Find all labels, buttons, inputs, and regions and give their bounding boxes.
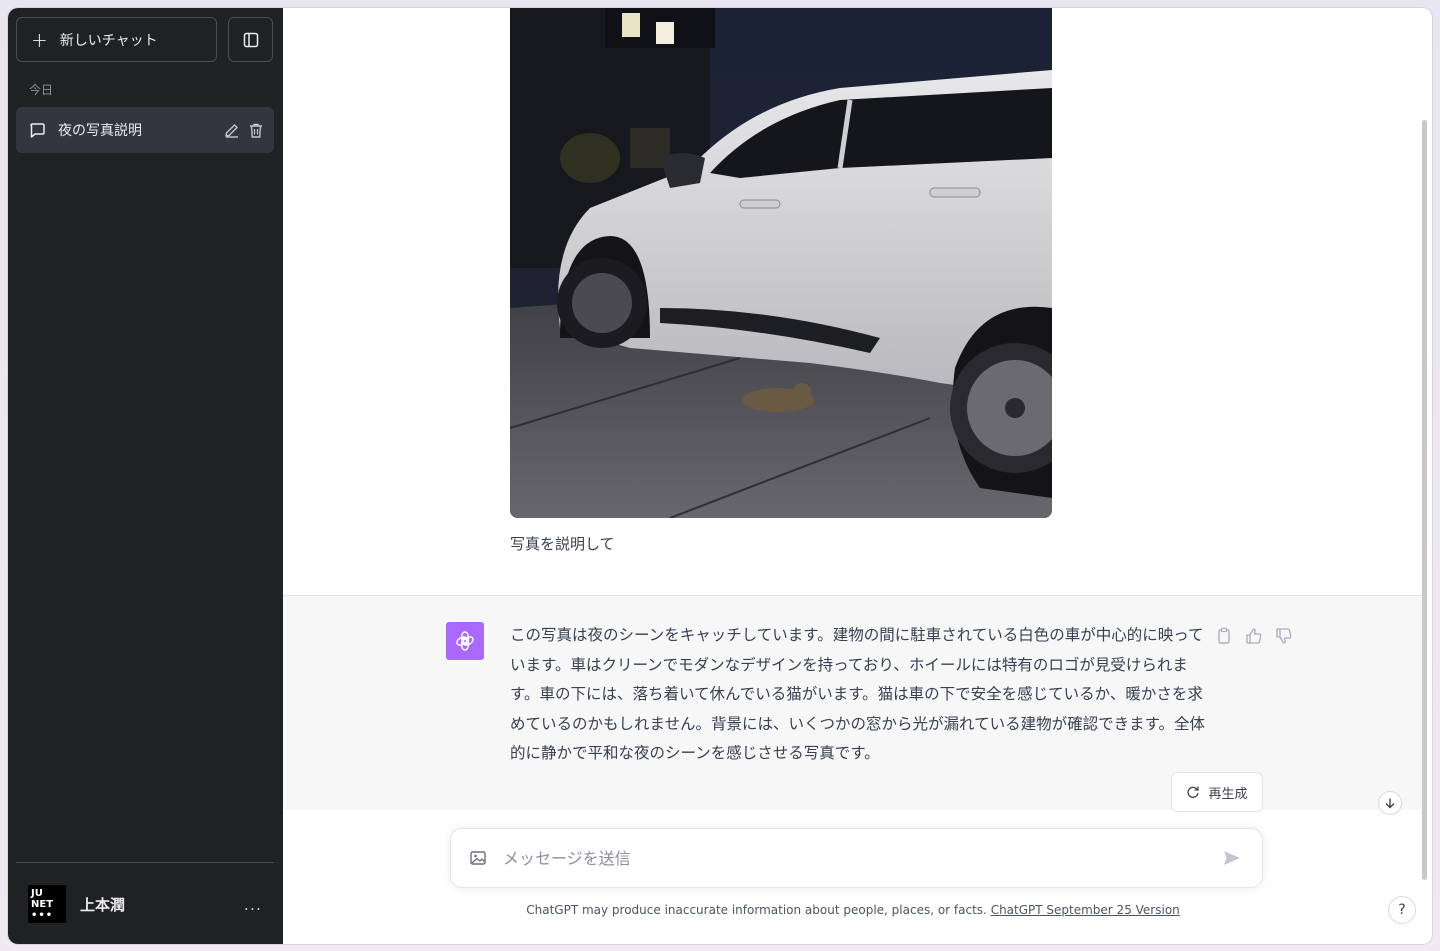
scrollbar[interactable] (1422, 120, 1427, 880)
refresh-icon (1187, 786, 1200, 798)
sidebar-toggle-button[interactable] (228, 17, 273, 62)
edit-icon[interactable] (223, 122, 240, 139)
version-link[interactable]: ChatGPT September 25 Version (991, 903, 1180, 917)
more-options-button[interactable]: ... (244, 895, 262, 914)
chat-item-title: 夜の写真説明 (58, 123, 142, 139)
thumbs-down-icon[interactable] (1275, 627, 1293, 645)
app-window: + 新しいチャット 今日 夜の写真説明 JU NET ••• 上本潤 ... 写… (8, 8, 1432, 944)
message-actions (1215, 627, 1293, 645)
avatar-line-1: JU (31, 887, 43, 899)
footer-disclaimer: ChatGPT may produce inaccurate informati… (283, 903, 1423, 917)
trash-icon[interactable] (248, 122, 264, 139)
message-composer (450, 828, 1263, 888)
sidebar: + 新しいチャット 今日 夜の写真説明 JU NET ••• 上本潤 ... (8, 8, 283, 944)
section-label-today: 今日 (29, 83, 54, 97)
assistant-avatar (446, 622, 484, 660)
uploaded-photo (510, 8, 1052, 518)
scroll-to-bottom-button[interactable] (1378, 791, 1402, 815)
copy-icon[interactable] (1215, 627, 1233, 645)
send-icon (1224, 851, 1240, 865)
main-content: 写真を説明して この写真は夜のシーンをキャッチしています。建物の間に駐車されてい… (283, 8, 1432, 944)
image-icon (470, 851, 486, 865)
message-input[interactable] (501, 847, 1222, 869)
thumbs-up-icon[interactable] (1245, 627, 1263, 645)
new-chat-button[interactable]: + 新しいチャット (16, 17, 217, 62)
regenerate-label: 再生成 (1208, 786, 1248, 802)
chat-bubble-icon (30, 122, 45, 138)
send-button[interactable] (1222, 848, 1242, 868)
user-menu[interactable]: JU NET ••• 上本潤 ... (16, 876, 274, 932)
regenerate-button[interactable]: 再生成 (1171, 772, 1263, 812)
chat-item[interactable]: 夜の写真説明 (16, 107, 274, 153)
avatar: JU NET ••• (28, 885, 66, 923)
openai-logo-icon (456, 631, 474, 651)
attach-image-button[interactable] (469, 849, 487, 867)
help-button[interactable]: ? (1388, 896, 1416, 924)
avatar-line-2: NET (31, 898, 54, 910)
user-message: 写真を説明して (510, 535, 615, 553)
disclaimer-text: ChatGPT may produce inaccurate informati… (526, 903, 991, 917)
user-name: 上本潤 (80, 895, 126, 914)
avatar-dots: ••• (31, 909, 54, 921)
assistant-message-text: この写真は夜のシーンをキャッチしています。建物の間に駐車されている白色の車が中心… (510, 626, 1206, 763)
assistant-message: この写真は夜のシーンをキャッチしています。建物の間に駐車されている白色の車が中心… (283, 595, 1423, 812)
arrow-down-icon (1385, 798, 1395, 809)
new-chat-label: 新しいチャット (59, 32, 158, 49)
plus-icon: + (31, 27, 48, 52)
sidebar-toggle-icon (243, 32, 258, 47)
sidebar-divider (16, 862, 274, 863)
